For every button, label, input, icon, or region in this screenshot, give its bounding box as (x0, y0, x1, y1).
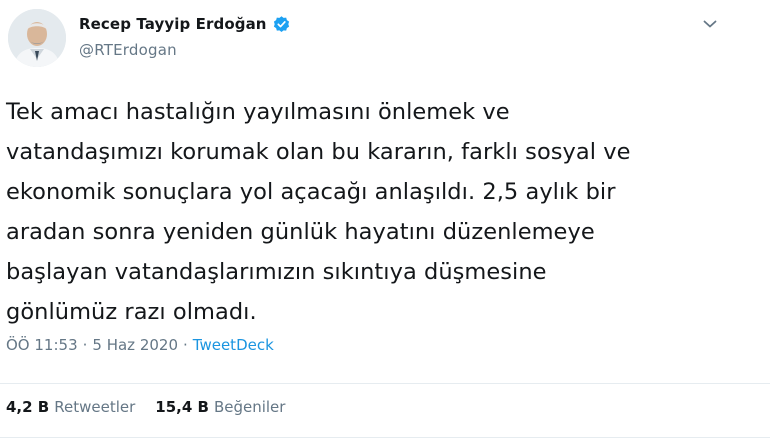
tweet-time[interactable]: ÖÖ 11:53 (6, 336, 78, 354)
avatar[interactable] (8, 9, 66, 67)
chevron-down-icon[interactable] (700, 14, 720, 34)
divider (0, 437, 770, 438)
tweet-stats: 4,2 B Retweetler 15,4 B Beğeniler (6, 398, 305, 416)
divider (0, 383, 770, 384)
tweet-meta: ÖÖ 11:53 · 5 Haz 2020 · TweetDeck (6, 336, 274, 354)
author-block: Recep Tayyip Erdoğan @RTErdogan (79, 12, 291, 59)
likes-stat[interactable]: 15,4 B Beğeniler (155, 398, 285, 416)
author-name[interactable]: Recep Tayyip Erdoğan (79, 15, 267, 33)
tweet-card: Recep Tayyip Erdoğan @RTErdogan Tek amac… (0, 0, 770, 440)
avatar-image (8, 9, 66, 67)
meta-separator: · (183, 336, 188, 354)
meta-separator: · (82, 336, 88, 354)
tweet-date[interactable]: 5 Haz 2020 (92, 336, 178, 354)
tweet-source-link[interactable]: TweetDeck (193, 336, 274, 354)
author-name-row: Recep Tayyip Erdoğan (79, 12, 291, 36)
retweets-count: 4,2 B (6, 398, 50, 416)
retweets-stat[interactable]: 4,2 B Retweetler (6, 398, 135, 416)
author-handle[interactable]: @RTErdogan (79, 41, 291, 59)
likes-count: 15,4 B (155, 398, 209, 416)
verified-badge-icon (272, 15, 291, 34)
likes-label: Beğeniler (213, 398, 286, 416)
tweet-text: Tek amacı hastalığın yayılmasını önlemek… (6, 99, 631, 325)
retweets-label: Retweetler (54, 398, 136, 416)
